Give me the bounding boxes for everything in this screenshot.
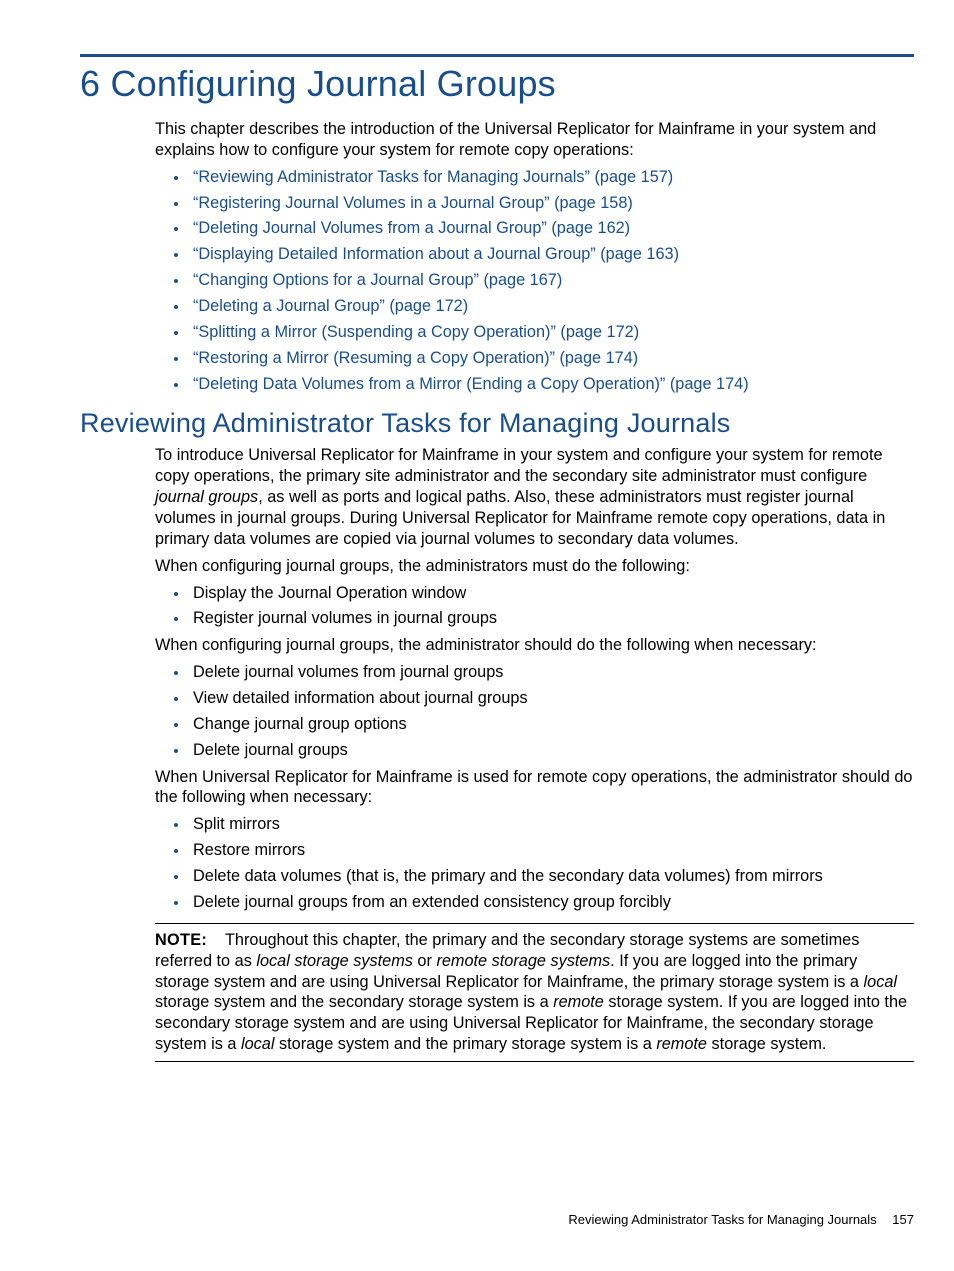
toc-link[interactable]: “Deleting a Journal Group” (page 172): [193, 297, 468, 315]
list-item: Delete journal groups from an extended c…: [189, 892, 914, 913]
toc-link[interactable]: “Displaying Detailed Information about a…: [193, 245, 679, 263]
emphasis: remote: [553, 993, 604, 1011]
emphasis: local: [241, 1035, 275, 1053]
section-body: To introduce Universal Replicator for Ma…: [155, 445, 914, 1061]
text: storage system and the primary storage s…: [274, 1035, 656, 1053]
list-item: Delete journal volumes from journal grou…: [189, 662, 914, 683]
emphasis: local storage systems: [256, 952, 413, 970]
note-box: NOTE: Throughout this chapter, the prima…: [155, 923, 914, 1062]
emphasis: remote storage systems: [436, 952, 610, 970]
list-item: Display the Journal Operation window: [189, 583, 914, 604]
text: To introduce Universal Replicator for Ma…: [155, 446, 883, 485]
chapter-title: 6 Configuring Journal Groups: [80, 63, 914, 105]
emphasis: journal groups: [155, 488, 258, 506]
list-item: Split mirrors: [189, 814, 914, 835]
toc-link[interactable]: “Restoring a Mirror (Resuming a Copy Ope…: [193, 349, 638, 367]
toc-item: “Deleting Data Volumes from a Mirror (En…: [189, 374, 914, 395]
list-item: Delete journal groups: [189, 740, 914, 761]
section-para-1: To introduce Universal Replicator for Ma…: [155, 445, 914, 549]
toc-link[interactable]: “Registering Journal Volumes in a Journa…: [193, 194, 633, 212]
section-para-2: When configuring journal groups, the adm…: [155, 556, 914, 577]
toc-link[interactable]: “Deleting Journal Volumes from a Journal…: [193, 219, 630, 237]
list-item: Restore mirrors: [189, 840, 914, 861]
toc-item: “Deleting Journal Volumes from a Journal…: [189, 218, 914, 239]
note-label: NOTE:: [155, 931, 207, 949]
page-number: 157: [892, 1212, 914, 1227]
chapter-title-text: Configuring Journal Groups: [110, 63, 555, 104]
toc-item: “Deleting a Journal Group” (page 172): [189, 296, 914, 317]
toc-item: “Displaying Detailed Information about a…: [189, 244, 914, 265]
emphasis: local: [864, 973, 898, 991]
chapter-toc-list: “Reviewing Administrator Tasks for Manag…: [155, 167, 914, 395]
toc-item: “Splitting a Mirror (Suspending a Copy O…: [189, 322, 914, 343]
toc-item: “Changing Options for a Journal Group” (…: [189, 270, 914, 291]
page: 6 Configuring Journal Groups This chapte…: [0, 0, 954, 1271]
ops-list: Split mirrors Restore mirrors Delete dat…: [155, 814, 914, 912]
section-para-3: When configuring journal groups, the adm…: [155, 635, 914, 656]
chapter-intro: This chapter describes the introduction …: [155, 119, 914, 161]
toc-link[interactable]: “Reviewing Administrator Tasks for Manag…: [193, 168, 673, 186]
list-item: Register journal volumes in journal grou…: [189, 608, 914, 629]
chapter-number: 6: [80, 63, 100, 104]
toc-link[interactable]: “Deleting Data Volumes from a Mirror (En…: [193, 375, 749, 393]
emphasis: remote: [656, 1035, 707, 1053]
page-footer: Reviewing Administrator Tasks for Managi…: [568, 1212, 914, 1227]
footer-title: Reviewing Administrator Tasks for Managi…: [568, 1212, 876, 1227]
toc-link[interactable]: “Splitting a Mirror (Suspending a Copy O…: [193, 323, 639, 341]
list-item: View detailed information about journal …: [189, 688, 914, 709]
note-text: NOTE: Throughout this chapter, the prima…: [155, 930, 914, 1055]
list-item: Change journal group options: [189, 714, 914, 735]
text: storage system and the secondary storage…: [155, 993, 553, 1011]
section-title: Reviewing Administrator Tasks for Managi…: [80, 408, 914, 439]
list-item: Delete data volumes (that is, the primar…: [189, 866, 914, 887]
should-do-list: Delete journal volumes from journal grou…: [155, 662, 914, 760]
toc-item: “Registering Journal Volumes in a Journa…: [189, 193, 914, 214]
section-para-4: When Universal Replicator for Mainframe …: [155, 767, 914, 809]
top-rule: [80, 54, 914, 57]
text: , as well as ports and logical paths. Al…: [155, 488, 885, 548]
text: storage system.: [707, 1035, 826, 1053]
text: or: [413, 952, 437, 970]
must-do-list: Display the Journal Operation window Reg…: [155, 583, 914, 630]
toc-item: “Reviewing Administrator Tasks for Manag…: [189, 167, 914, 188]
toc-link[interactable]: “Changing Options for a Journal Group” (…: [193, 271, 562, 289]
chapter-intro-block: This chapter describes the introduction …: [155, 119, 914, 394]
toc-item: “Restoring a Mirror (Resuming a Copy Ope…: [189, 348, 914, 369]
